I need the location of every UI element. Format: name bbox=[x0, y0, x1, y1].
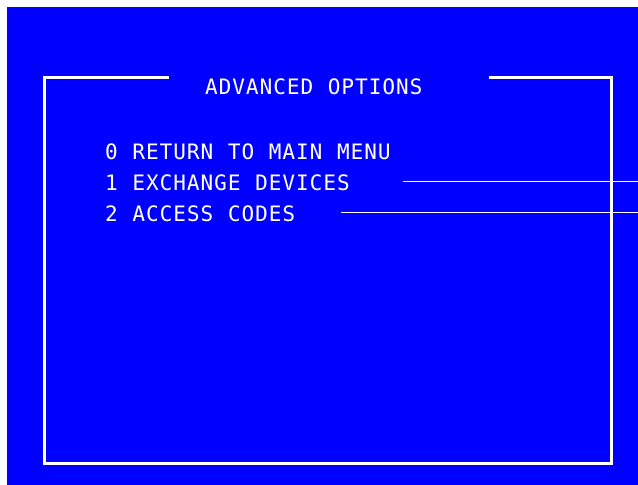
frame-top-right bbox=[489, 76, 613, 79]
menu-item-access-codes[interactable]: 2 ACCESS CODES bbox=[105, 202, 296, 226]
frame-top-left bbox=[43, 76, 169, 79]
frame-right bbox=[610, 76, 613, 465]
terminal-screen: ADVANCED OPTIONS 0 RETURN TO MAIN MENU 1… bbox=[7, 7, 638, 485]
page-title: ADVANCED OPTIONS bbox=[205, 75, 424, 99]
menu-item-key: 1 bbox=[105, 171, 119, 195]
frame-left bbox=[43, 76, 46, 465]
leader-line bbox=[403, 181, 638, 182]
leader-line bbox=[341, 212, 638, 213]
menu-item-label: EXCHANGE DEVICES bbox=[132, 171, 351, 195]
frame-bottom bbox=[43, 462, 613, 465]
menu-item-label: RETURN TO MAIN MENU bbox=[132, 140, 392, 164]
menu-item-key: 2 bbox=[105, 202, 119, 226]
menu-item-label: ACCESS CODES bbox=[132, 202, 297, 226]
menu-item-key: 0 bbox=[105, 140, 119, 164]
menu-item-exchange-devices[interactable]: 1 EXCHANGE DEVICES bbox=[105, 171, 351, 195]
menu-item-return-main[interactable]: 0 RETURN TO MAIN MENU bbox=[105, 140, 392, 164]
